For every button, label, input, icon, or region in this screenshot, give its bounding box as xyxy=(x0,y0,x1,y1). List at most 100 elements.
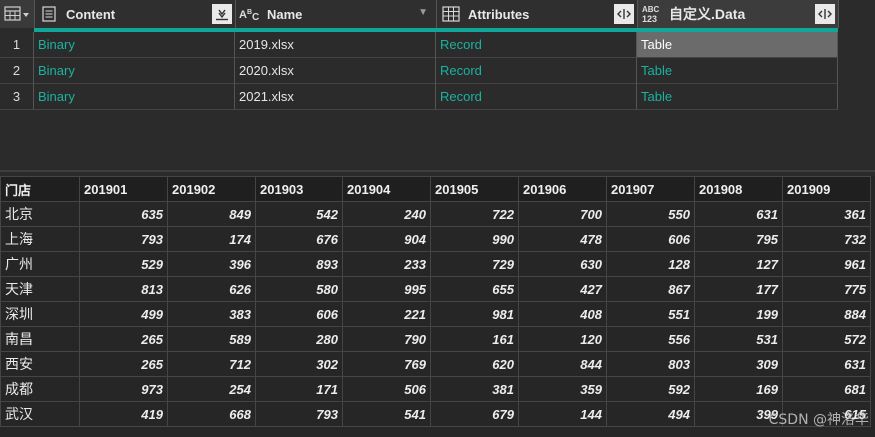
value-cell: 221 xyxy=(342,301,431,327)
value-cell: 592 xyxy=(606,376,695,402)
table-cell-selected[interactable]: Table xyxy=(637,32,838,58)
column-header-custom-data[interactable]: ABC 123 自定义.Data xyxy=(638,0,839,28)
value-cell: 531 xyxy=(694,326,783,352)
preview-pane: 门店 201901 201902 201903 201904 201905 20… xyxy=(0,176,875,437)
record-cell[interactable]: Record xyxy=(436,84,637,110)
table-row: 深圳 499 383 606 221 981 408 551 199 884 xyxy=(0,301,871,327)
watermark: CSDN @神洛华 xyxy=(768,412,869,428)
text-type-icon: A B C xyxy=(239,3,261,25)
preview-header-cell: 201902 xyxy=(167,176,256,202)
svg-text:123: 123 xyxy=(642,14,657,24)
expand-binary-button[interactable] xyxy=(212,4,232,24)
record-cell[interactable]: Record xyxy=(436,58,637,84)
name-cell[interactable]: 2021.xlsx xyxy=(235,84,436,110)
value-cell: 990 xyxy=(430,226,519,252)
value-cell: 793 xyxy=(255,401,343,427)
table-row: 广州 529 396 893 233 729 630 128 127 961 xyxy=(0,251,871,277)
value-cell: 631 xyxy=(782,351,871,377)
store-cell: 广州 xyxy=(0,251,80,277)
value-cell: 732 xyxy=(782,226,871,252)
value-cell: 973 xyxy=(79,376,168,402)
binary-cell[interactable]: Binary xyxy=(34,58,235,84)
value-cell: 265 xyxy=(79,326,168,352)
name-cell[interactable]: 2019.xlsx xyxy=(235,32,436,58)
value-cell: 884 xyxy=(782,301,871,327)
table-row[interactable]: 3 Binary 2021.xlsx Record Table xyxy=(0,84,838,110)
preview-header-cell: 201901 xyxy=(79,176,168,202)
value-cell: 128 xyxy=(606,251,695,277)
table-cell[interactable]: Table xyxy=(637,84,838,110)
store-cell: 天津 xyxy=(0,276,80,302)
value-cell: 867 xyxy=(606,276,695,302)
table-row: 西安 265 712 302 769 620 844 803 309 631 xyxy=(0,351,871,377)
value-cell: 361 xyxy=(782,201,871,227)
query-grid: Content A B C Name ▼ Attributes ABC 123 … xyxy=(0,0,875,170)
table-row[interactable]: 1 Binary 2019.xlsx Record Table xyxy=(0,32,838,58)
column-header-attributes[interactable]: Attributes xyxy=(437,0,638,28)
value-cell: 961 xyxy=(782,251,871,277)
value-cell: 254 xyxy=(167,376,256,402)
value-cell: 556 xyxy=(606,326,695,352)
value-cell: 408 xyxy=(518,301,607,327)
value-cell: 499 xyxy=(79,301,168,327)
store-cell: 南昌 xyxy=(0,326,80,352)
name-cell[interactable]: 2020.xlsx xyxy=(235,58,436,84)
column-header-name[interactable]: A B C Name ▼ xyxy=(236,0,437,28)
binary-cell[interactable]: Binary xyxy=(34,84,235,110)
value-cell: 177 xyxy=(694,276,783,302)
table-column-icon xyxy=(440,3,462,25)
expand-attributes-button[interactable] xyxy=(614,4,634,24)
binary-cell[interactable]: Binary xyxy=(34,32,235,58)
store-cell: 成都 xyxy=(0,376,80,402)
value-cell: 995 xyxy=(342,276,431,302)
value-cell: 302 xyxy=(255,351,343,377)
expand-data-button[interactable] xyxy=(815,4,835,24)
table-row: 天津 813 626 580 995 655 427 867 177 775 xyxy=(0,276,871,302)
preview-header-cell: 201906 xyxy=(518,176,607,202)
store-cell: 西安 xyxy=(0,351,80,377)
value-cell: 494 xyxy=(606,401,695,427)
record-cell[interactable]: Record xyxy=(436,32,637,58)
store-cell: 上海 xyxy=(0,226,80,252)
row-number[interactable]: 1 xyxy=(0,32,34,58)
value-cell: 981 xyxy=(430,301,519,327)
value-cell: 679 xyxy=(430,401,519,427)
preview-header-cell: 201903 xyxy=(255,176,343,202)
value-cell: 580 xyxy=(255,276,343,302)
column-header-content[interactable]: Content xyxy=(35,0,236,28)
value-cell: 589 xyxy=(167,326,256,352)
value-cell: 844 xyxy=(518,351,607,377)
table-row: 成都 973 254 171 506 381 359 592 169 681 xyxy=(0,376,871,402)
value-cell: 550 xyxy=(606,201,695,227)
value-cell: 813 xyxy=(79,276,168,302)
value-cell: 793 xyxy=(79,226,168,252)
svg-text:A: A xyxy=(239,9,247,21)
value-cell: 668 xyxy=(167,401,256,427)
column-header-label: Content xyxy=(66,6,116,22)
value-cell: 631 xyxy=(694,201,783,227)
table-menu-button[interactable] xyxy=(0,0,35,28)
store-cell: 北京 xyxy=(0,201,80,227)
pane-splitter[interactable] xyxy=(0,170,875,172)
value-cell: 529 xyxy=(79,251,168,277)
column-header-label: Name xyxy=(267,6,303,22)
table-row: 上海 793 174 676 904 990 478 606 795 732 xyxy=(0,226,871,252)
value-cell: 790 xyxy=(342,326,431,352)
table-cell[interactable]: Table xyxy=(637,58,838,84)
row-number[interactable]: 3 xyxy=(0,84,34,110)
query-grid-header: Content A B C Name ▼ Attributes ABC 123 … xyxy=(0,0,839,28)
value-cell: 506 xyxy=(342,376,431,402)
value-cell: 478 xyxy=(518,226,607,252)
value-cell: 626 xyxy=(167,276,256,302)
value-cell: 396 xyxy=(167,251,256,277)
row-number[interactable]: 2 xyxy=(0,58,34,84)
chevron-down-icon[interactable]: ▼ xyxy=(418,7,428,18)
value-cell: 309 xyxy=(694,351,783,377)
value-cell: 712 xyxy=(167,351,256,377)
table-row[interactable]: 2 Binary 2020.xlsx Record Table xyxy=(0,58,838,84)
expand-binary-icon xyxy=(216,9,228,21)
svg-text:C: C xyxy=(252,12,259,22)
value-cell: 655 xyxy=(430,276,519,302)
value-cell: 893 xyxy=(255,251,343,277)
value-cell: 120 xyxy=(518,326,607,352)
